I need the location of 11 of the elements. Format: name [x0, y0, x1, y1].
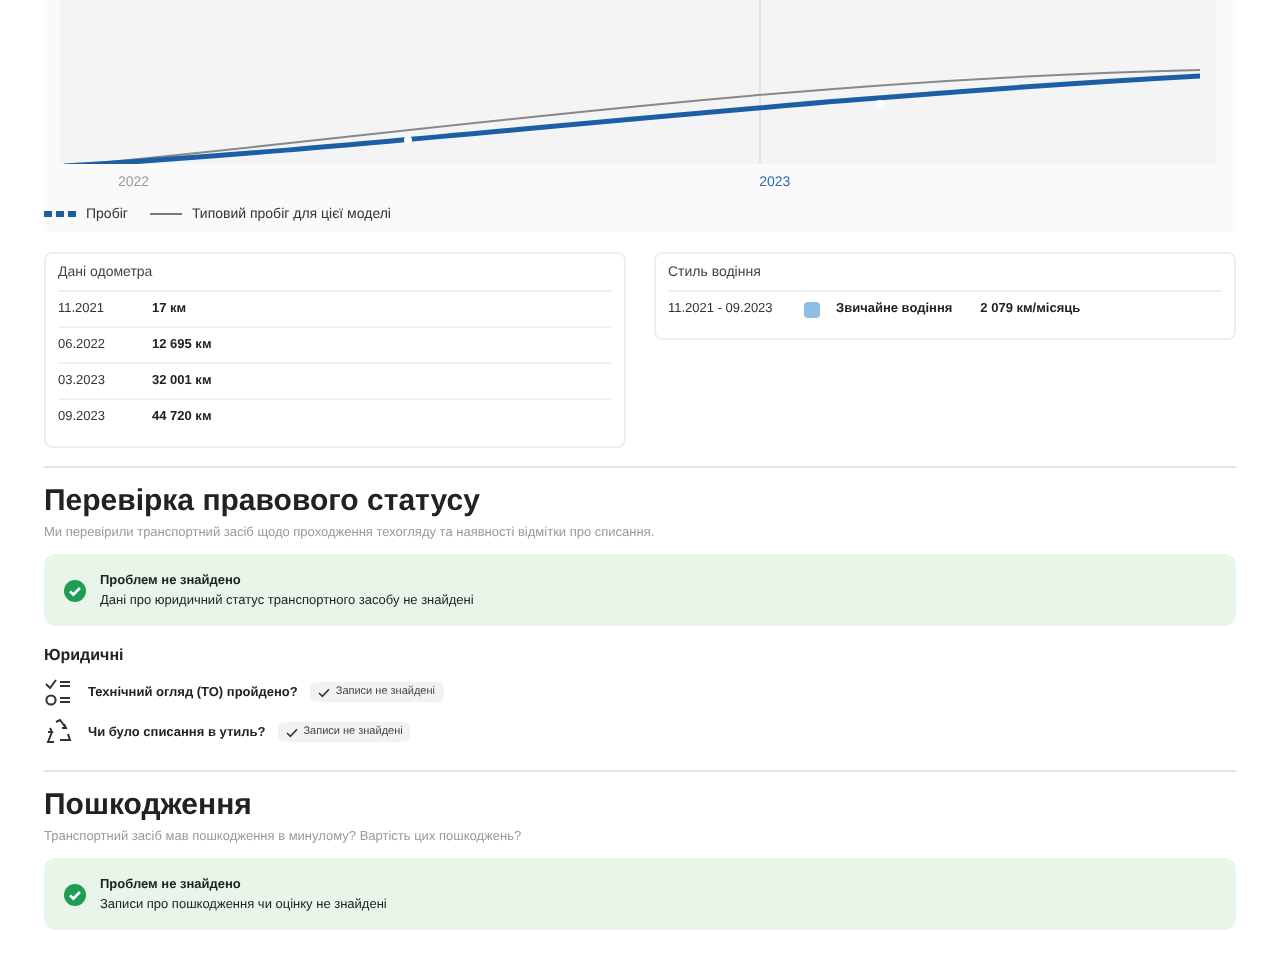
- recycle-icon: [44, 718, 76, 746]
- section-heading: Пошкодження: [44, 788, 254, 822]
- group-title: Юридичні: [44, 646, 126, 664]
- check-icon: [285, 727, 298, 737]
- check-circle-icon: [64, 883, 86, 905]
- line-icon: [149, 210, 182, 218]
- check-circle-icon: [64, 579, 86, 601]
- checklist-icon: [44, 678, 76, 706]
- dashed-line-icon: [44, 210, 76, 218]
- check-icon: [317, 687, 330, 697]
- section-heading: Перевірка правового статусу: [44, 484, 482, 518]
